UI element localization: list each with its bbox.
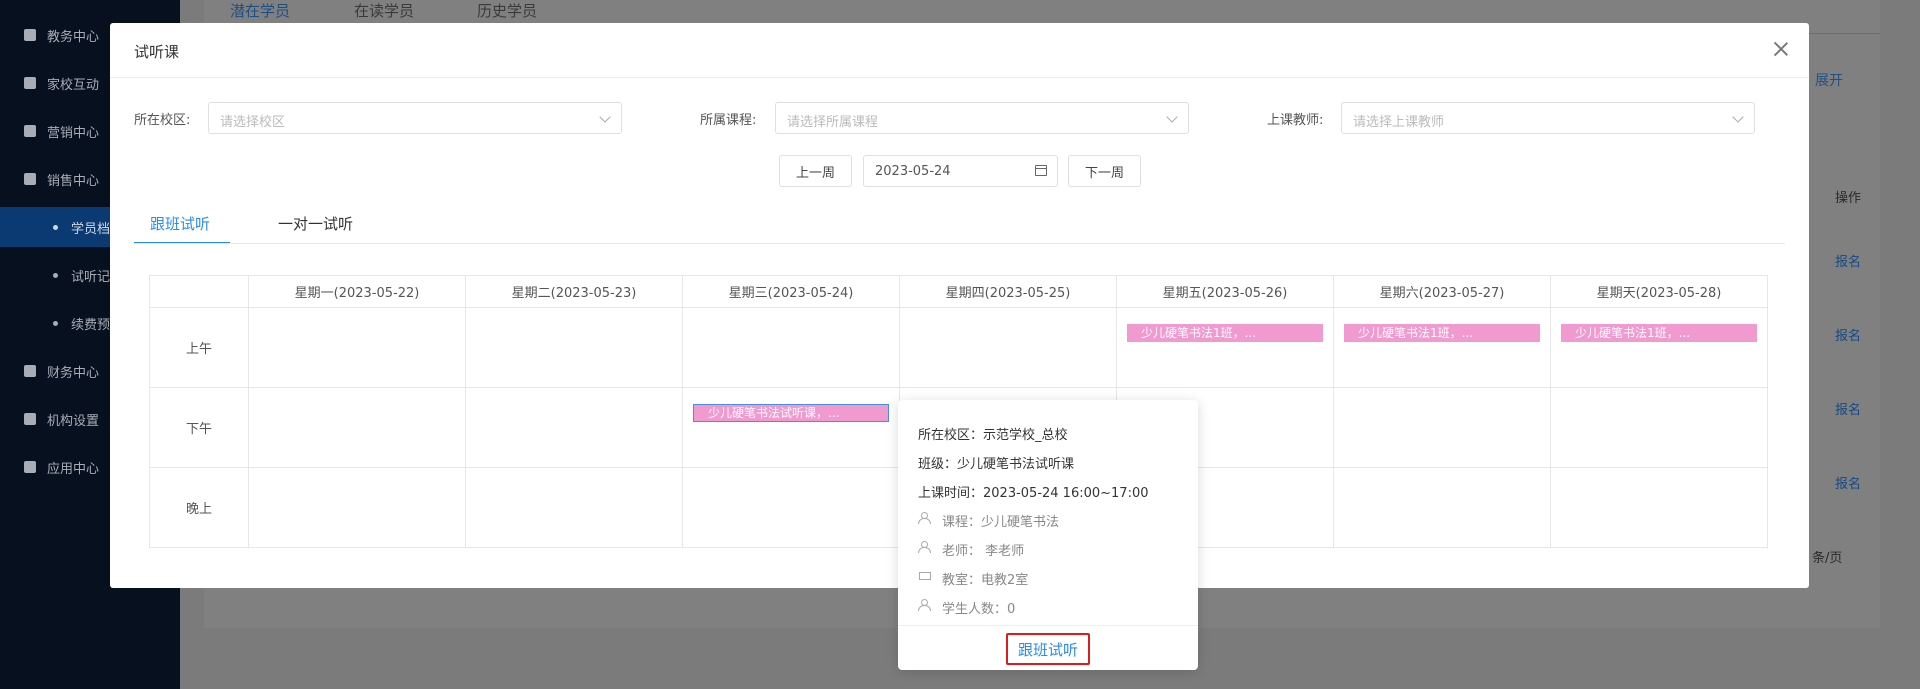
grid-cell: 少儿硬笔书法1班，... xyxy=(1550,307,1768,388)
dialog-title: 试听课 xyxy=(134,43,180,61)
class-event-block[interactable]: 少儿硬笔书法1班，... xyxy=(1127,324,1323,342)
grid-cell xyxy=(465,307,683,388)
calendar-icon xyxy=(1035,165,1047,176)
grid-cell xyxy=(1333,467,1551,548)
grid-cell xyxy=(1333,387,1551,468)
tab-group-trial[interactable]: 跟班试听 xyxy=(150,213,210,234)
grid-header-row: 星期一(2023-05-22) 星期二(2023-05-23) 星期三(2023… xyxy=(149,275,1768,308)
course-select[interactable]: 请选择所属课程 xyxy=(775,102,1189,134)
course-icon xyxy=(918,512,931,524)
grid-cell xyxy=(248,387,466,468)
day-header: 星期一(2023-05-22) xyxy=(248,275,466,308)
page-size-select[interactable]: 条/页 xyxy=(1812,547,1842,566)
class-event-block-selected[interactable]: 少儿硬笔书法试听课，... xyxy=(693,404,889,422)
dialog-header: 试听课 xyxy=(110,23,1809,78)
date-picker[interactable]: 2023-05-24 xyxy=(863,155,1058,187)
teacher-icon xyxy=(918,541,931,553)
grid-icon xyxy=(24,461,36,473)
enroll-link[interactable]: 报名 xyxy=(1835,399,1861,418)
class-event-block[interactable]: 少儿硬笔书法1班，... xyxy=(1344,324,1540,342)
popover-divider xyxy=(898,625,1198,626)
grid-cell: 少儿硬笔书法1班，... xyxy=(1116,307,1334,388)
expand-link[interactable]: 展开 xyxy=(1815,70,1843,90)
popover-room: 教室：电教2室 xyxy=(942,573,1029,588)
popover-time: 上课时间：2023-05-24 16:00~17:00 xyxy=(918,486,1149,501)
grid-corner-cell xyxy=(149,275,249,308)
grid-cell xyxy=(899,307,1117,388)
grid-cell xyxy=(682,307,900,388)
people-icon xyxy=(24,173,36,185)
grid-cell xyxy=(248,467,466,548)
chevron-down-icon xyxy=(1732,111,1744,123)
prev-week-button[interactable]: 上一周 xyxy=(779,155,852,187)
grid-cell xyxy=(248,307,466,388)
grid-cell xyxy=(682,467,900,548)
grid-cell xyxy=(465,387,683,468)
enroll-link[interactable]: 报名 xyxy=(1835,473,1861,492)
tab-history-students[interactable]: 历史学员 xyxy=(477,0,537,21)
grid-cell: 少儿硬笔书法试听课，... xyxy=(682,387,900,468)
day-header: 星期天(2023-05-28) xyxy=(1550,275,1768,308)
grid-cell xyxy=(1550,387,1768,468)
tab-bar-line xyxy=(134,243,1785,244)
enroll-link[interactable]: 报名 xyxy=(1835,251,1861,270)
classroom-icon xyxy=(918,570,931,582)
popover-course: 课程：少儿硬笔书法 xyxy=(942,515,1060,530)
enroll-link[interactable]: 报名 xyxy=(1835,325,1861,344)
operation-header: 操作 xyxy=(1835,191,1862,206)
students-icon xyxy=(918,599,931,611)
grid-row-morning: 上午 少儿硬笔书法1班，... 少儿硬笔书法1班，... 少儿硬笔书法1班，..… xyxy=(149,307,1768,388)
day-header: 星期五(2023-05-26) xyxy=(1116,275,1334,308)
course-label: 所属课程: xyxy=(700,113,757,128)
grid-cell: 少儿硬笔书法1班，... xyxy=(1333,307,1551,388)
popover-teacher: 老师： 李老师 xyxy=(942,544,1025,559)
campus-select[interactable]: 请选择校区 xyxy=(208,102,622,134)
teacher-label: 上课教师: xyxy=(1267,113,1324,128)
chat-icon xyxy=(24,77,36,89)
grid-cell xyxy=(1550,467,1768,548)
day-header: 星期二(2023-05-23) xyxy=(465,275,683,308)
close-icon[interactable] xyxy=(1773,41,1789,57)
gift-icon xyxy=(24,125,36,137)
join-trial-button[interactable]: 跟班试听 xyxy=(1006,633,1090,665)
teacher-select[interactable]: 请选择上课教师 xyxy=(1341,102,1755,134)
chevron-down-icon xyxy=(599,111,611,123)
campus-label: 所在校区: xyxy=(134,113,191,128)
class-detail-popover: 所在校区：示范学校_总校 班级：少儿硬笔书法试听课 上课时间：2023-05-2… xyxy=(898,400,1198,670)
next-week-button[interactable]: 下一周 xyxy=(1068,155,1141,187)
grid-cell xyxy=(465,467,683,548)
popover-campus: 所在校区：示范学校_总校 xyxy=(918,428,1068,443)
tab-one-on-one-trial[interactable]: 一对一试听 xyxy=(278,213,353,234)
day-header: 星期六(2023-05-27) xyxy=(1333,275,1551,308)
period-label: 上午 xyxy=(149,307,249,388)
popover-students: 学生人数：0 xyxy=(942,602,1016,617)
period-label: 下午 xyxy=(149,387,249,468)
day-header: 星期三(2023-05-24) xyxy=(682,275,900,308)
tab-potential-students[interactable]: 潜在学员 xyxy=(230,0,290,21)
wallet-icon xyxy=(24,365,36,377)
day-header: 星期四(2023-05-25) xyxy=(899,275,1117,308)
book-icon xyxy=(24,29,36,41)
gear-icon xyxy=(24,413,36,425)
chevron-down-icon xyxy=(1166,111,1178,123)
period-label: 晚上 xyxy=(149,467,249,548)
tab-current-students[interactable]: 在读学员 xyxy=(354,0,414,21)
popover-class: 班级：少儿硬笔书法试听课 xyxy=(918,457,1075,472)
class-event-block[interactable]: 少儿硬笔书法1班，... xyxy=(1561,324,1757,342)
